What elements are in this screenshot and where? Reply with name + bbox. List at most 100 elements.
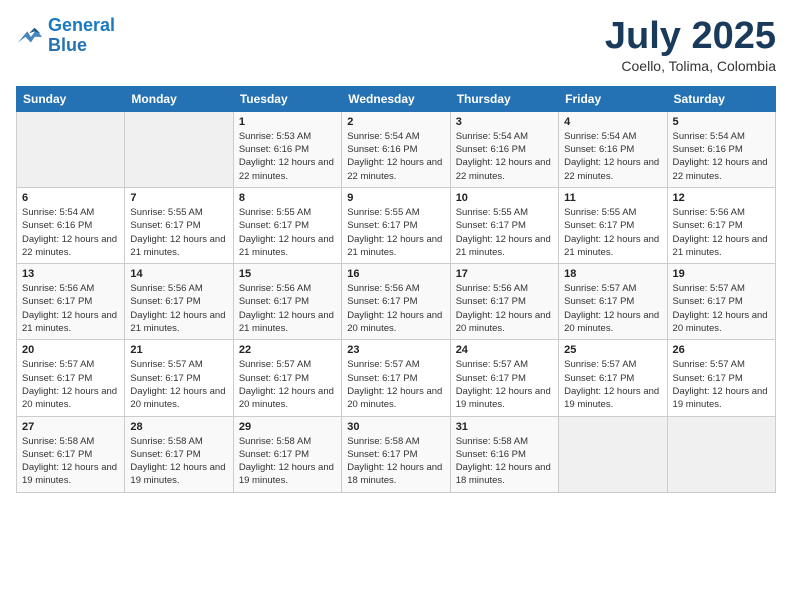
weekday-header: Friday	[559, 86, 667, 111]
weekday-header: Saturday	[667, 86, 775, 111]
calendar-cell: 23 Sunrise: 5:57 AMSunset: 6:17 PMDayligh…	[342, 340, 450, 416]
calendar-cell: 14Sunrise: 5:56 AMSunset: 6:17 PMDayligh…	[125, 264, 233, 340]
calendar-cell: 7Sunrise: 5:55 AMSunset: 6:17 PMDaylight…	[125, 187, 233, 263]
day-number: 26	[673, 344, 770, 356]
day-info: Sunrise: 5:54 AMSunset: 6:16 PMDaylight:…	[22, 206, 119, 259]
day-number: 3	[456, 116, 553, 128]
day-info: Sunrise: 5:57 AMSunset: 6:17 PMDaylight:…	[239, 358, 336, 411]
day-number: 6	[22, 192, 119, 204]
title-block: July 2025 Coello, Tolima, Colombia	[605, 16, 776, 74]
month-title: July 2025	[605, 16, 776, 58]
day-info: Sunrise: 5:57 AMSunset: 6:17 PMDaylight:…	[347, 358, 444, 411]
calendar-cell: 18 Sunrise: 5:57 AMSunset: 6:17 PMDayligh…	[559, 264, 667, 340]
day-info: Sunrise: 5:57 AMSunset: 6:17 PMDaylight:…	[130, 358, 227, 411]
day-number: 4	[564, 116, 661, 128]
calendar-cell: 1 Sunrise: 5:53 AMSunset: 6:16 PMDaylight…	[233, 111, 341, 187]
calendar-cell	[125, 111, 233, 187]
day-info: Sunrise: 5:54 AMSunset: 6:16 PMDaylight:…	[564, 130, 661, 183]
day-number: 22	[239, 344, 336, 356]
calendar-cell: 10 Sunrise: 5:55 AMSunset: 6:17 PMDayligh…	[450, 187, 558, 263]
location-subtitle: Coello, Tolima, Colombia	[605, 58, 776, 74]
day-info: Sunrise: 5:58 AMSunset: 6:17 PMDaylight:…	[130, 435, 227, 488]
calendar-cell: 17Sunrise: 5:56 AMSunset: 6:17 PMDayligh…	[450, 264, 558, 340]
day-number: 10	[456, 192, 553, 204]
calendar-cell: 21 Sunrise: 5:57 AMSunset: 6:17 PMDayligh…	[125, 340, 233, 416]
calendar-cell: 11Sunrise: 5:55 AMSunset: 6:17 PMDayligh…	[559, 187, 667, 263]
day-info: Sunrise: 5:56 AMSunset: 6:17 PMDaylight:…	[22, 282, 119, 335]
day-number: 20	[22, 344, 119, 356]
calendar-cell: 5 Sunrise: 5:54 AMSunset: 6:16 PMDaylight…	[667, 111, 775, 187]
day-number: 23	[347, 344, 444, 356]
day-number: 25	[564, 344, 661, 356]
day-info: Sunrise: 5:54 AMSunset: 6:16 PMDaylight:…	[673, 130, 770, 183]
day-number: 21	[130, 344, 227, 356]
calendar-cell	[667, 416, 775, 492]
day-info: Sunrise: 5:57 AMSunset: 6:17 PMDaylight:…	[22, 358, 119, 411]
logo-text: GeneralBlue	[48, 16, 115, 56]
weekday-header: Sunday	[17, 86, 125, 111]
day-info: Sunrise: 5:57 AMSunset: 6:17 PMDaylight:…	[564, 282, 661, 335]
day-number: 29	[239, 421, 336, 433]
calendar-cell: 20 Sunrise: 5:57 AMSunset: 6:17 PMDayligh…	[17, 340, 125, 416]
day-info: Sunrise: 5:58 AMSunset: 6:17 PMDaylight:…	[347, 435, 444, 488]
day-number: 31	[456, 421, 553, 433]
weekday-header: Wednesday	[342, 86, 450, 111]
day-info: Sunrise: 5:56 AMSunset: 6:17 PMDaylight:…	[347, 282, 444, 335]
calendar-cell: 6 Sunrise: 5:54 AMSunset: 6:16 PMDaylight…	[17, 187, 125, 263]
day-info: Sunrise: 5:55 AMSunset: 6:17 PMDaylight:…	[456, 206, 553, 259]
day-info: Sunrise: 5:56 AMSunset: 6:17 PMDaylight:…	[239, 282, 336, 335]
calendar-cell	[559, 416, 667, 492]
day-info: Sunrise: 5:58 AMSunset: 6:17 PMDaylight:…	[22, 435, 119, 488]
calendar-cell: 25Sunrise: 5:57 AMSunset: 6:17 PMDayligh…	[559, 340, 667, 416]
day-number: 5	[673, 116, 770, 128]
calendar-cell: 26Sunrise: 5:57 AMSunset: 6:17 PMDayligh…	[667, 340, 775, 416]
day-info: Sunrise: 5:53 AMSunset: 6:16 PMDaylight:…	[239, 130, 336, 183]
calendar-cell: 22 Sunrise: 5:57 AMSunset: 6:17 PMDayligh…	[233, 340, 341, 416]
day-number: 8	[239, 192, 336, 204]
day-info: Sunrise: 5:55 AMSunset: 6:17 PMDaylight:…	[564, 206, 661, 259]
calendar-cell: 27 Sunrise: 5:58 AMSunset: 6:17 PMDayligh…	[17, 416, 125, 492]
day-number: 18	[564, 268, 661, 280]
day-number: 15	[239, 268, 336, 280]
day-number: 27	[22, 421, 119, 433]
calendar-cell: 31 Sunrise: 5:58 AMSunset: 6:16 PMDayligh…	[450, 416, 558, 492]
day-info: Sunrise: 5:54 AMSunset: 6:16 PMDaylight:…	[347, 130, 444, 183]
calendar-cell: 3 Sunrise: 5:54 AMSunset: 6:16 PMDaylight…	[450, 111, 558, 187]
calendar-cell: 4 Sunrise: 5:54 AMSunset: 6:16 PMDaylight…	[559, 111, 667, 187]
logo-icon	[16, 24, 44, 48]
day-number: 12	[673, 192, 770, 204]
day-info: Sunrise: 5:57 AMSunset: 6:17 PMDaylight:…	[673, 282, 770, 335]
day-number: 9	[347, 192, 444, 204]
calendar-cell: 19 Sunrise: 5:57 AMSunset: 6:17 PMDayligh…	[667, 264, 775, 340]
day-number: 19	[673, 268, 770, 280]
day-number: 1	[239, 116, 336, 128]
calendar-cell: 12Sunrise: 5:56 AMSunset: 6:17 PMDayligh…	[667, 187, 775, 263]
day-number: 16	[347, 268, 444, 280]
calendar-cell: 2 Sunrise: 5:54 AMSunset: 6:16 PMDaylight…	[342, 111, 450, 187]
page-header: GeneralBlue July 2025 Coello, Tolima, Co…	[16, 16, 776, 74]
day-number: 17	[456, 268, 553, 280]
weekday-header: Tuesday	[233, 86, 341, 111]
calendar-cell: 29Sunrise: 5:58 AMSunset: 6:17 PMDayligh…	[233, 416, 341, 492]
day-number: 30	[347, 421, 444, 433]
weekday-header: Thursday	[450, 86, 558, 111]
logo: GeneralBlue	[16, 16, 115, 56]
calendar-table: SundayMondayTuesdayWednesdayThursdayFrid…	[16, 86, 776, 493]
calendar-header-row: SundayMondayTuesdayWednesdayThursdayFrid…	[17, 86, 776, 111]
calendar-week-row: 13Sunrise: 5:56 AMSunset: 6:17 PMDayligh…	[17, 264, 776, 340]
calendar-cell: 15 Sunrise: 5:56 AMSunset: 6:17 PMDayligh…	[233, 264, 341, 340]
calendar-week-row: 27 Sunrise: 5:58 AMSunset: 6:17 PMDayligh…	[17, 416, 776, 492]
calendar-cell: 28 Sunrise: 5:58 AMSunset: 6:17 PMDayligh…	[125, 416, 233, 492]
calendar-cell: 30 Sunrise: 5:58 AMSunset: 6:17 PMDayligh…	[342, 416, 450, 492]
day-number: 24	[456, 344, 553, 356]
calendar-cell: 16 Sunrise: 5:56 AMSunset: 6:17 PMDayligh…	[342, 264, 450, 340]
day-info: Sunrise: 5:54 AMSunset: 6:16 PMDaylight:…	[456, 130, 553, 183]
calendar-cell	[17, 111, 125, 187]
day-info: Sunrise: 5:57 AMSunset: 6:17 PMDaylight:…	[456, 358, 553, 411]
day-number: 28	[130, 421, 227, 433]
day-info: Sunrise: 5:55 AMSunset: 6:17 PMDaylight:…	[239, 206, 336, 259]
day-info: Sunrise: 5:58 AMSunset: 6:16 PMDaylight:…	[456, 435, 553, 488]
day-number: 14	[130, 268, 227, 280]
day-info: Sunrise: 5:55 AMSunset: 6:17 PMDaylight:…	[130, 206, 227, 259]
day-number: 2	[347, 116, 444, 128]
